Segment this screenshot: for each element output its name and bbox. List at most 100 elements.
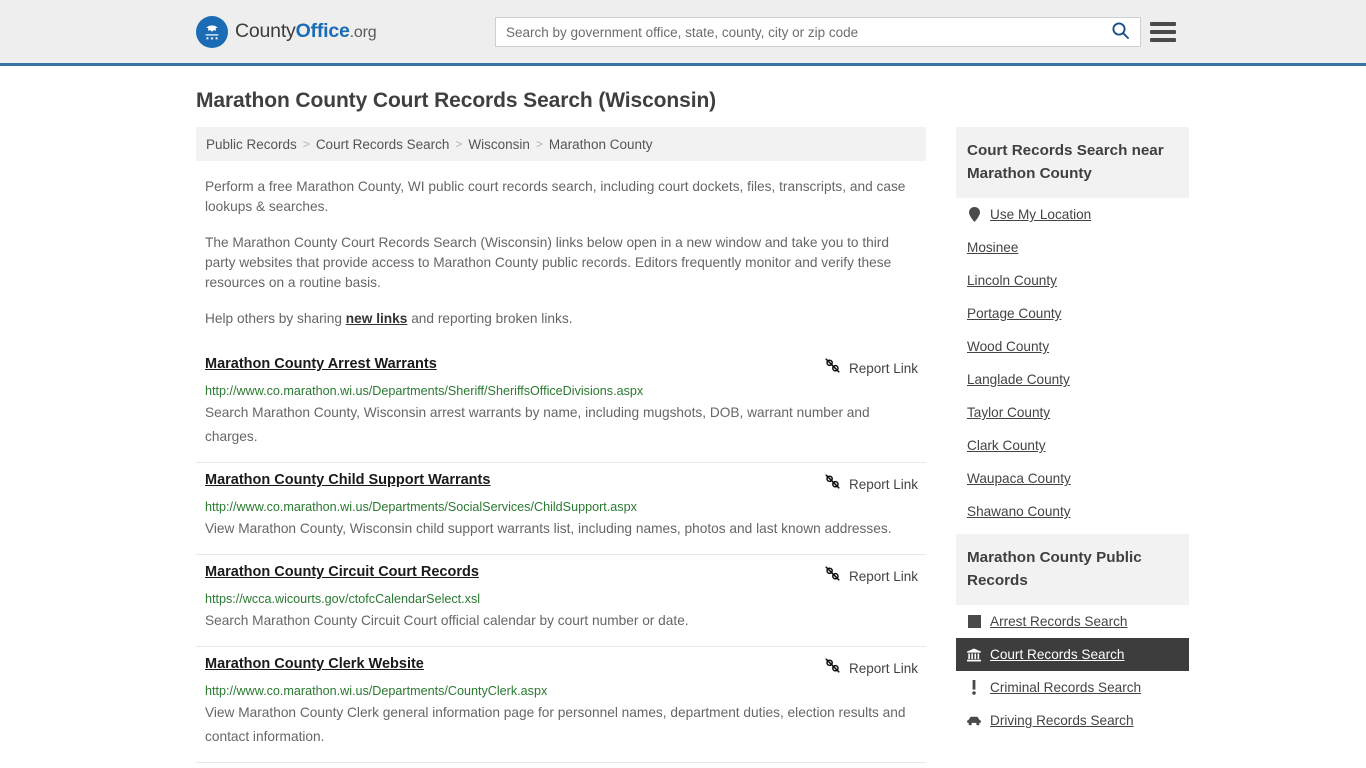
broken-link-icon [824,473,841,495]
search-button[interactable] [1101,17,1141,47]
sidebar-nearby-item[interactable]: Langlade County [956,363,1189,396]
page-container: Marathon County Court Records Search (Wi… [0,89,1366,763]
sidebar-nearby-item[interactable]: Mosinee [956,231,1189,264]
courthouse-icon [967,647,981,662]
hamburger-bar [1150,30,1176,34]
breadcrumb-item-marathon-county: Marathon County [548,136,653,152]
result-title-link[interactable]: Marathon County Circuit Court Records [205,564,479,580]
results-list: Marathon County Arrest Warrants Report Li… [196,347,926,763]
report-link-label: Report Link [848,360,918,376]
square-icon [967,614,981,629]
result-description: Search Marathon County, Wisconsin arrest… [205,405,870,444]
result-url[interactable]: http://www.co.marathon.wi.us/Departments… [205,500,918,514]
main-column: Public Records > Court Records Search > … [196,127,926,763]
broken-link-icon [824,565,841,587]
result-description: View Marathon County Clerk general infor… [205,705,906,744]
report-link-button[interactable]: Report Link [824,564,918,587]
sidebar-public-records-box: Marathon County Public Records Arrest Re… [956,534,1189,737]
breadcrumb-item-wisconsin[interactable]: Wisconsin [468,137,530,152]
sidebar-nearby-label: Lincoln County [967,273,1057,288]
breadcrumb-separator-icon: > [302,137,310,151]
sidebar-public-records-item[interactable]: Criminal Records Search [956,671,1189,704]
sidebar-nearby-item[interactable]: Lincoln County [956,264,1189,297]
sidebar-public-records-list: Arrest Records Search Court Records Searc… [956,605,1189,737]
sidebar-nearby-label: Shawano County [967,504,1071,519]
sidebar: Court Records Search near Marathon Count… [956,127,1189,743]
intro-section: Perform a free Marathon County, WI publi… [196,177,926,329]
result-header: Marathon County Child Support Warrants Re… [205,472,918,495]
sidebar-public-records-label: Criminal Records Search [990,680,1142,695]
sidebar-nearby-item[interactable]: Portage County [956,297,1189,330]
intro-text-after: and reporting broken links. [407,311,573,326]
search-bar [495,17,1141,47]
result-description: View Marathon County, Wisconsin child su… [205,521,892,536]
hamburger-menu-icon[interactable] [1150,20,1176,44]
sidebar-public-records-label: Driving Records Search [990,713,1134,728]
sidebar-nearby-label: Use My Location [990,207,1092,222]
brand-wordmark: CountyOffice.org [235,20,377,43]
sidebar-public-records-label: Court Records Search [990,647,1125,662]
sidebar-nearby-list: Use My Location Mosinee Lincoln County Port… [956,198,1189,528]
report-link-button[interactable]: Report Link [824,356,918,379]
sidebar-public-records-item[interactable]: Driving Records Search [956,704,1189,737]
sidebar-nearby-item[interactable]: Taylor County [956,396,1189,429]
brand-part-org: .org [349,24,377,41]
result-header: Marathon County Clerk Website Report Link [205,656,918,679]
eagle-seal-icon [196,15,228,48]
map-pin-icon [967,207,981,222]
result-description: Search Marathon County Circuit Court off… [205,613,689,628]
result-url[interactable]: http://www.co.marathon.wi.us/Departments… [205,384,918,398]
sidebar-nearby-item[interactable]: Clark County [956,429,1189,462]
breadcrumb: Public Records > Court Records Search > … [196,127,926,161]
sidebar-nearby-heading: Court Records Search near Marathon Count… [956,127,1189,198]
page-title: Marathon County Court Records Search (Wi… [196,89,717,112]
sidebar-nearby-label: Taylor County [967,405,1051,420]
site-header: CountyOffice.org [0,0,1366,66]
report-link-label: Report Link [848,476,918,492]
report-link-label: Report Link [848,568,918,584]
sidebar-nearby-item[interactable]: Use My Location [956,198,1189,231]
broken-link-icon [824,357,841,379]
result-url[interactable]: https://wcca.wicourts.gov/ctofcCalendarS… [205,592,918,606]
report-link-button[interactable]: Report Link [824,656,918,679]
search-icon [1111,21,1130,43]
intro-paragraph-1: Perform a free Marathon County, WI publi… [205,179,906,214]
result-item: Marathon County Clerk Website Report Link… [196,647,926,763]
sidebar-nearby-box: Court Records Search near Marathon Count… [956,127,1189,528]
sidebar-public-records-item[interactable]: Court Records Search [956,638,1189,671]
sidebar-nearby-item[interactable]: Wood County [956,330,1189,363]
new-links-link[interactable]: new links [346,311,408,326]
sidebar-public-records-item[interactable]: Arrest Records Search [956,605,1189,638]
breadcrumb-separator-icon: > [535,137,543,151]
result-title-link[interactable]: Marathon County Arrest Warrants [205,356,437,372]
brand-part-office: Office [295,20,350,42]
brand-part-county: County [235,20,296,42]
sidebar-public-records-heading: Marathon County Public Records [956,534,1189,605]
content-columns: Public Records > Court Records Search > … [196,127,1189,763]
hamburger-bar [1150,38,1176,42]
sidebar-nearby-item[interactable]: Waupaca County [956,462,1189,495]
intro-paragraph-3: Help others by sharing new links and rep… [196,309,926,329]
result-title-link[interactable]: Marathon County Child Support Warrants [205,472,490,488]
breadcrumb-item-court-records-search[interactable]: Court Records Search [316,137,450,152]
report-link-button[interactable]: Report Link [824,472,918,495]
sidebar-nearby-label: Portage County [967,306,1062,321]
result-header: Marathon County Circuit Court Records Rep… [205,564,918,587]
sidebar-public-records-label: Arrest Records Search [990,614,1128,629]
search-input[interactable] [495,17,1101,47]
car-icon [967,713,981,728]
sidebar-nearby-label: Clark County [967,438,1046,453]
breadcrumb-item-public-records[interactable]: Public Records [206,137,297,152]
broken-link-icon [824,657,841,679]
sidebar-nearby-label: Wood County [967,339,1050,354]
sidebar-nearby-label: Langlade County [967,372,1070,387]
sidebar-nearby-label: Mosinee [967,240,1019,255]
result-title-link[interactable]: Marathon County Clerk Website [205,656,424,672]
intro-paragraph-2: The Marathon County Court Records Search… [205,235,892,290]
hamburger-bar [1150,22,1176,26]
result-item: Marathon County Circuit Court Records Rep… [196,555,926,647]
sidebar-nearby-item[interactable]: Shawano County [956,495,1189,528]
result-url[interactable]: http://www.co.marathon.wi.us/Departments… [205,684,918,698]
report-link-label: Report Link [848,660,918,676]
site-logo[interactable]: CountyOffice.org [196,15,377,48]
